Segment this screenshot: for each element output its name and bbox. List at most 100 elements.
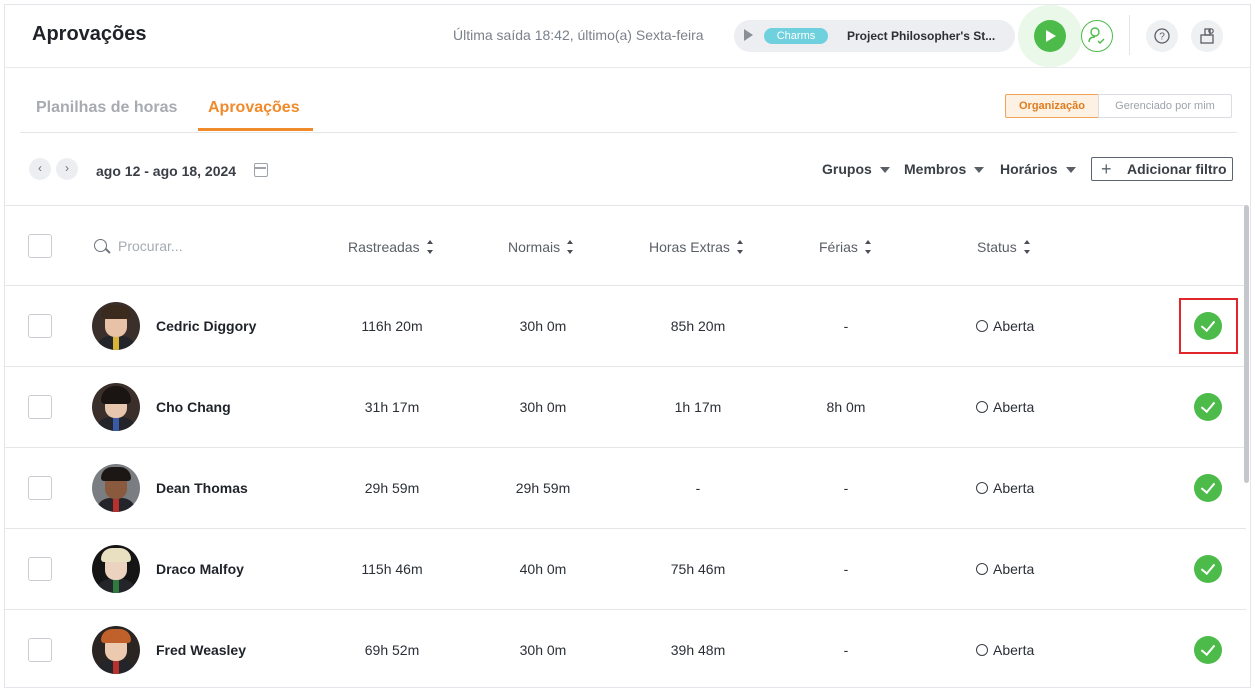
vacation-hours: - <box>843 318 849 334</box>
previous-week-button[interactable]: ‹ <box>29 158 51 180</box>
column-regular[interactable]: Normais <box>508 239 574 255</box>
avatar <box>92 383 140 431</box>
open-circle-icon <box>976 320 988 332</box>
small-play-icon[interactable] <box>744 29 753 41</box>
status-label: Aberta <box>993 399 1035 415</box>
open-circle-icon <box>976 563 988 575</box>
status-badge: Aberta <box>976 480 1034 496</box>
tab-timesheets[interactable]: Planilhas de horas <box>36 99 177 117</box>
row-checkbox[interactable] <box>28 476 52 500</box>
table-header: Rastreadas Normais Horas Extras Férias S… <box>5 206 1246 286</box>
page-title: Aprovações <box>32 23 147 45</box>
timer-widget[interactable]: Charms Project Philosopher's St... <box>734 20 1015 52</box>
row-checkbox[interactable] <box>28 395 52 419</box>
table-row[interactable]: Dean Thomas 29h 59m 29h 59m - - Aberta <box>5 448 1246 529</box>
groups-dropdown[interactable]: Grupos <box>822 161 890 177</box>
column-overtime[interactable]: Horas Extras <box>649 239 744 255</box>
column-vacation-label: Férias <box>819 239 858 255</box>
search-icon <box>94 239 107 252</box>
user-check-icon[interactable] <box>1081 20 1113 52</box>
approve-check-icon[interactable] <box>1194 636 1222 664</box>
sort-icon[interactable] <box>1023 240 1031 254</box>
tracked-hours: 115h 46m <box>361 561 423 577</box>
status-badge: Aberta <box>976 642 1034 658</box>
status-badge: Aberta <box>976 399 1034 415</box>
tab-approvals[interactable]: Aprovações <box>208 99 300 117</box>
app-window: Aprovações Última saída 18:42, último(a)… <box>4 4 1251 688</box>
caret-down-icon <box>1065 167 1076 174</box>
avatar <box>92 302 140 350</box>
chevron-left-icon: ‹ <box>38 161 42 175</box>
row-checkbox[interactable] <box>28 638 52 662</box>
regular-hours: 40h 0m <box>519 561 567 577</box>
approve-check-icon[interactable] <box>1194 312 1222 340</box>
question-icon[interactable]: ? <box>1146 20 1178 52</box>
member-name[interactable]: Dean Thomas <box>156 480 248 496</box>
date-range[interactable]: ago 12 - ago 18, 2024 <box>96 163 236 179</box>
members-dropdown[interactable]: Membros <box>904 161 985 177</box>
approve-check-icon[interactable] <box>1194 555 1222 583</box>
status-badge: Aberta <box>976 561 1034 577</box>
tracked-hours: 31h 17m <box>364 399 420 415</box>
member-name[interactable]: Draco Malfoy <box>156 561 244 577</box>
member-name[interactable]: Fred Weasley <box>156 642 246 658</box>
calendar-icon[interactable] <box>254 163 268 177</box>
select-all-checkbox[interactable] <box>28 234 52 258</box>
sort-icon[interactable] <box>426 240 434 254</box>
avatar <box>92 626 140 674</box>
avatar <box>92 545 140 593</box>
table-row[interactable]: Cedric Diggory 116h 20m 30h 0m 85h 20m -… <box>5 286 1246 367</box>
sort-icon[interactable] <box>864 240 872 254</box>
groups-dropdown-label: Grupos <box>822 161 872 177</box>
row-checkbox[interactable] <box>28 557 52 581</box>
tabs-divider <box>20 132 1237 133</box>
member-name[interactable]: Cedric Diggory <box>156 318 256 334</box>
status-label: Aberta <box>993 318 1035 334</box>
regular-hours: 30h 0m <box>519 642 567 658</box>
row-checkbox[interactable] <box>28 314 52 338</box>
search-input[interactable] <box>118 235 268 257</box>
play-icon[interactable] <box>1034 20 1066 52</box>
column-tracked[interactable]: Rastreadas <box>348 239 434 255</box>
schedules-dropdown[interactable]: Horários <box>1000 161 1076 177</box>
timer-project: Project Philosopher's St... <box>847 29 996 43</box>
organization-icon[interactable] <box>1191 20 1223 52</box>
overtime-hours: 1h 17m <box>674 399 722 415</box>
add-filter-button[interactable]: + Adicionar filtro <box>1091 157 1233 181</box>
approvals-table: Rastreadas Normais Horas Extras Férias S… <box>5 205 1246 687</box>
approve-check-icon[interactable] <box>1194 474 1222 502</box>
overtime-hours: 75h 46m <box>670 561 726 577</box>
regular-hours: 29h 59m <box>515 480 571 496</box>
table-row[interactable]: Draco Malfoy 115h 46m 40h 0m 75h 46m - A… <box>5 529 1246 610</box>
column-vacation[interactable]: Férias <box>819 239 872 255</box>
active-tab-indicator <box>198 128 313 131</box>
member-name[interactable]: Cho Chang <box>156 399 231 415</box>
caret-down-icon <box>879 167 890 174</box>
status-badge: Aberta <box>976 318 1034 334</box>
scope-managed-button[interactable]: Gerenciado por mim <box>1098 94 1232 118</box>
column-regular-label: Normais <box>508 239 561 255</box>
vacation-hours: - <box>843 561 849 577</box>
sort-icon[interactable] <box>736 240 744 254</box>
status-label: Aberta <box>993 480 1035 496</box>
column-status[interactable]: Status <box>977 239 1031 255</box>
next-week-button[interactable]: › <box>56 158 78 180</box>
plus-icon: + <box>1101 159 1112 179</box>
approve-check-icon[interactable] <box>1194 393 1222 421</box>
overtime-hours: 85h 20m <box>670 318 726 334</box>
vacation-hours: - <box>843 642 849 658</box>
vacation-hours: 8h 0m <box>826 399 866 415</box>
table-scrollbar[interactable] <box>1244 205 1249 483</box>
table-row[interactable]: Fred Weasley 69h 52m 30h 0m 39h 48m - Ab… <box>5 610 1246 687</box>
overtime-hours: 39h 48m <box>670 642 726 658</box>
regular-hours: 30h 0m <box>519 399 567 415</box>
scope-organization-button[interactable]: Organização <box>1005 94 1099 118</box>
sort-icon[interactable] <box>566 240 574 254</box>
vacation-hours: - <box>843 480 849 496</box>
chevron-right-icon: › <box>65 161 69 175</box>
tracked-hours: 29h 59m <box>364 480 420 496</box>
table-row[interactable]: Cho Chang 31h 17m 30h 0m 1h 17m 8h 0m Ab… <box>5 367 1246 448</box>
schedules-dropdown-label: Horários <box>1000 161 1058 177</box>
column-overtime-label: Horas Extras <box>649 239 730 255</box>
tracked-hours: 69h 52m <box>364 642 420 658</box>
